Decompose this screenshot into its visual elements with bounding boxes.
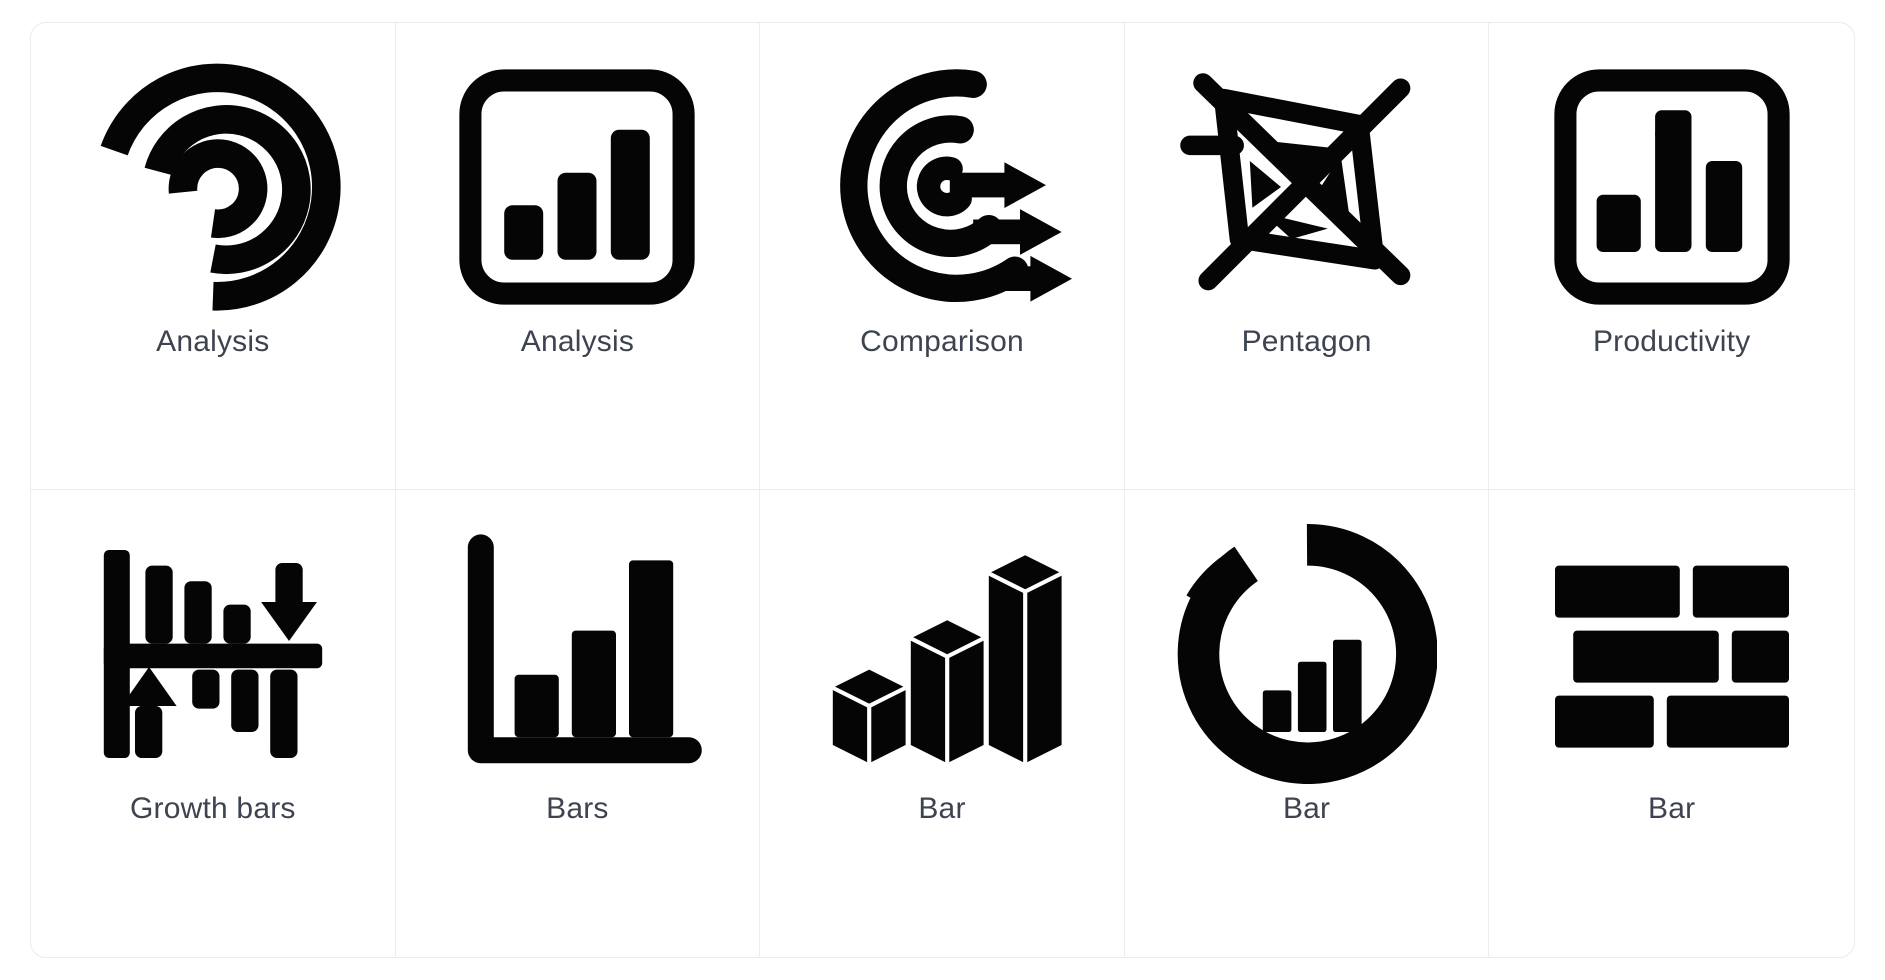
icon-cell-pentagon-radar[interactable]: Pentagon — [1124, 23, 1490, 490]
icon-label: Growth bars — [130, 792, 296, 825]
bar-chart-in-rounded-square-icon — [447, 57, 707, 317]
three-d-column-bars-icon — [812, 524, 1072, 784]
concentric-arc-spiral-icon — [83, 57, 343, 317]
icon-cell-comparison-arrows[interactable]: Comparison — [760, 23, 1125, 490]
icon-cell-analysis-spiral[interactable]: Analysis — [31, 23, 396, 490]
icon-label: Bar — [918, 792, 966, 825]
icon-cell-productivity-bars[interactable]: Productivity — [1489, 23, 1854, 490]
donut-ring-with-bars-icon — [1177, 524, 1437, 784]
solid-bars-in-rounded-square-icon — [1542, 57, 1802, 317]
icon-cell-bar-blocks[interactable]: Bar — [1489, 490, 1854, 957]
concentric-arcs-with-arrows-icon — [812, 57, 1072, 317]
icon-label: Analysis — [520, 325, 635, 358]
bar-chart-with-axis-icon — [447, 524, 707, 784]
icon-cell-analysis-bar-box[interactable]: Analysis — [395, 23, 761, 490]
icon-cell-bar-3d[interactable]: Bar — [760, 490, 1125, 957]
icon-label: Analysis — [156, 325, 270, 358]
icon-label: Pentagon — [1241, 325, 1372, 358]
icon-cell-growth-bars[interactable]: Growth bars — [31, 490, 396, 957]
icon-label: Bar — [1282, 792, 1331, 825]
icon-cell-bar-donut[interactable]: Bar — [1125, 490, 1490, 957]
icon-cell-bars-axis[interactable]: Bars — [396, 490, 761, 957]
icon-label: Bar — [1648, 792, 1696, 825]
icon-label: Bars — [546, 792, 609, 825]
icon-sheet: Analysis Analysis Comparison Pentagon Pr… — [30, 22, 1855, 958]
stacked-block-bars-icon — [1542, 524, 1802, 784]
icon-label: Productivity — [1592, 325, 1751, 358]
radar-spider-chart-icon — [1177, 57, 1437, 317]
up-down-arrow-bars-axis-icon — [83, 524, 343, 784]
icon-grid: Analysis Analysis Comparison Pentagon Pr… — [31, 23, 1854, 957]
icon-label: Comparison — [860, 325, 1024, 358]
